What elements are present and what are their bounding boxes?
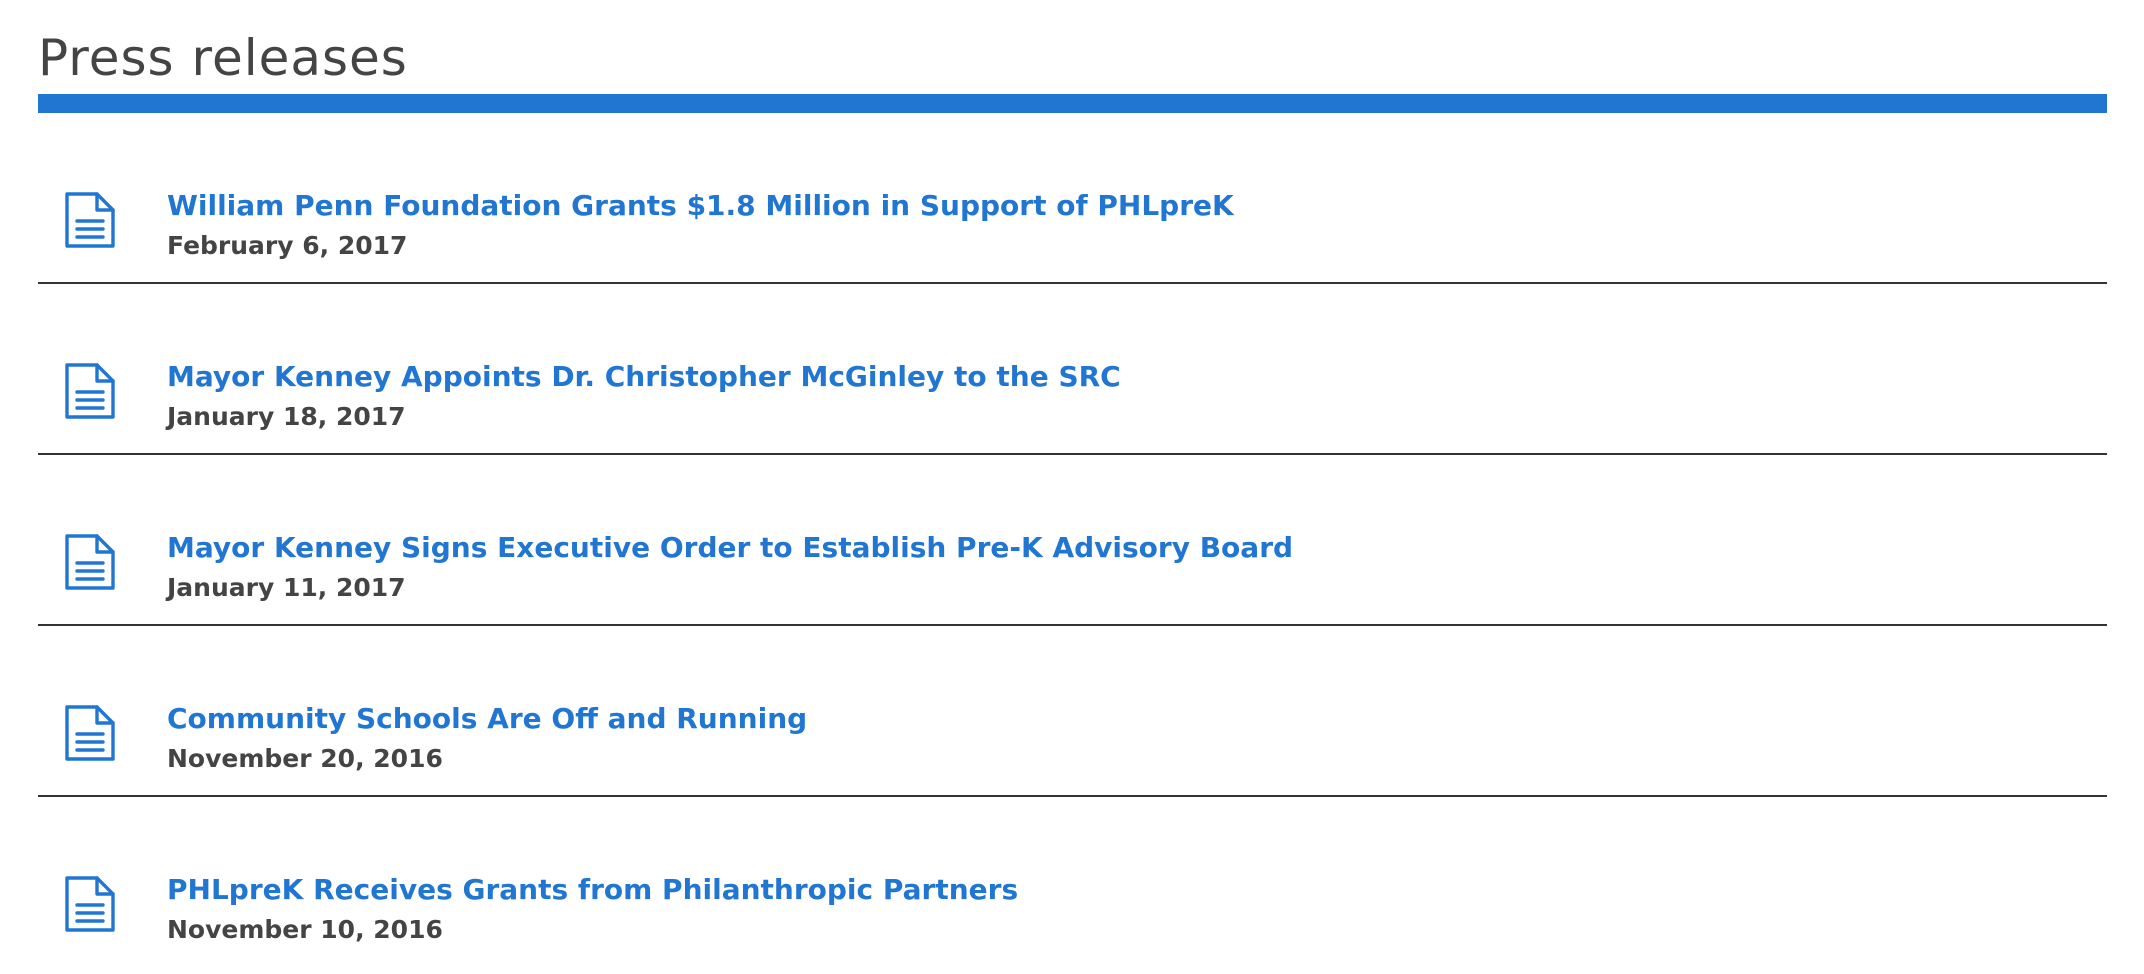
press-releases-section: Press releases William Penn Foundation G… <box>38 0 2107 966</box>
release-text: Mayor Kenney Signs Executive Order to Es… <box>167 529 2107 604</box>
release-date: February 6, 2017 <box>167 231 408 260</box>
list-item: Mayor Kenney Appoints Dr. Christopher Mc… <box>38 284 2107 455</box>
release-text: Mayor Kenney Appoints Dr. Christopher Mc… <box>167 358 2107 433</box>
document-icon <box>64 705 116 761</box>
release-text: William Penn Foundation Grants $1.8 Mill… <box>167 187 2107 262</box>
list-item: Community Schools Are Off and Running No… <box>38 626 2107 797</box>
release-title-link[interactable]: Community Schools Are Off and Running <box>167 700 2107 738</box>
release-date: November 20, 2016 <box>167 744 443 773</box>
release-text: Community Schools Are Off and Running No… <box>167 700 2107 775</box>
release-date: January 11, 2017 <box>167 573 406 602</box>
page-title: Press releases <box>38 29 408 87</box>
document-icon <box>64 192 116 248</box>
list-item: Mayor Kenney Signs Executive Order to Es… <box>38 455 2107 626</box>
title-underline-bar <box>38 94 2107 113</box>
release-title-link[interactable]: PHLpreK Receives Grants from Philanthrop… <box>167 871 2107 909</box>
list-item: PHLpreK Receives Grants from Philanthrop… <box>38 797 2107 966</box>
document-icon <box>64 534 116 590</box>
release-text: PHLpreK Receives Grants from Philanthrop… <box>167 871 2107 946</box>
release-title-link[interactable]: Mayor Kenney Appoints Dr. Christopher Mc… <box>167 358 2107 396</box>
release-title-link[interactable]: Mayor Kenney Signs Executive Order to Es… <box>167 529 2107 567</box>
press-release-list: William Penn Foundation Grants $1.8 Mill… <box>38 113 2107 966</box>
release-title-link[interactable]: William Penn Foundation Grants $1.8 Mill… <box>167 187 2107 225</box>
release-date: November 10, 2016 <box>167 915 443 944</box>
document-icon <box>64 363 116 419</box>
list-item: William Penn Foundation Grants $1.8 Mill… <box>38 113 2107 284</box>
document-icon <box>64 876 116 932</box>
release-date: January 18, 2017 <box>167 402 406 431</box>
